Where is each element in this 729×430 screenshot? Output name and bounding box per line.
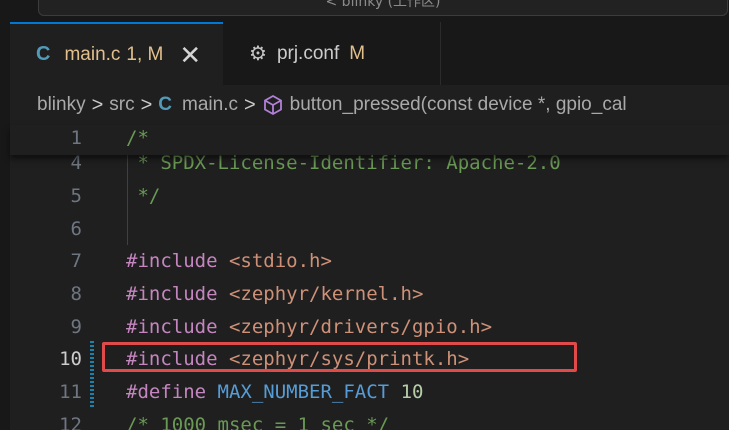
annotation-highlight-box xyxy=(102,342,577,372)
line-number: 9 xyxy=(70,316,82,338)
code-text: */ xyxy=(126,180,160,213)
tab-bar: C main.c 1, M ✕ ⚙ prj.conf M xyxy=(10,22,729,85)
breadcrumb: blinky > src > C main.c > button_pressed… xyxy=(10,85,729,125)
code-line[interactable]: 6 xyxy=(10,213,729,246)
tab-prj-conf[interactable]: ⚙ prj.conf M xyxy=(223,22,441,85)
gear-icon: ⚙ xyxy=(249,43,267,65)
code-token: 10 xyxy=(400,381,424,403)
line-number: 5 xyxy=(70,185,82,207)
tab-badge: M xyxy=(349,42,366,64)
code-token: <zephyr/kernel.h> xyxy=(228,283,424,305)
code-token: /* 1000 msec = 1 sec */ xyxy=(126,414,390,430)
code-text: #include <zephyr/drivers/gpio.h> xyxy=(126,311,492,344)
breadcrumb-item-src[interactable]: src xyxy=(109,94,134,116)
line-number: 8 xyxy=(70,283,82,305)
code-line[interactable]: 11 #define MAX_NUMBER_FACT 10 xyxy=(10,376,729,409)
tab-label: main.c xyxy=(64,43,121,65)
line-number: 12 xyxy=(59,414,82,430)
code-text: #define MAX_NUMBER_FACT 10 xyxy=(126,376,423,409)
close-icon[interactable]: ✕ xyxy=(179,42,201,68)
chevron-right-icon: > xyxy=(243,93,256,116)
activity-bar-edge xyxy=(0,22,10,430)
code-line[interactable]: 12 /* 1000 msec = 1 sec */ xyxy=(10,409,729,430)
title-bar: < blinky (工作区) xyxy=(0,0,729,22)
tab-label: prj.conf xyxy=(276,42,340,64)
code-token: /* xyxy=(126,127,149,149)
modified-lines-gutter xyxy=(90,341,94,407)
tab-main-c[interactable]: C main.c 1, M ✕ xyxy=(10,22,223,85)
function-symbol-icon xyxy=(263,94,282,116)
breadcrumb-item-blinky[interactable]: blinky xyxy=(37,94,86,116)
code-text: #include <zephyr/kernel.h> xyxy=(126,278,423,311)
code-token: <zephyr/drivers/gpio.h> xyxy=(228,316,493,338)
line-number: 11 xyxy=(59,381,82,403)
breadcrumb-item-main-c[interactable]: main.c xyxy=(182,94,238,116)
command-center[interactable]: < blinky (工作区) xyxy=(38,0,728,16)
code-token: <stdio.h> xyxy=(228,250,332,272)
line-number: 7 xyxy=(70,250,82,272)
code-text: /* xyxy=(126,125,149,155)
line-number: 6 xyxy=(70,218,82,240)
line-number: 1 xyxy=(70,127,82,149)
code-token: #include xyxy=(126,250,218,272)
tab-badge: 1, M xyxy=(126,43,164,65)
c-file-icon: C xyxy=(36,43,51,65)
code-token: #define xyxy=(126,381,207,403)
chevron-right-icon: > xyxy=(140,93,153,116)
c-file-icon: C xyxy=(158,94,173,115)
code-text: /* 1000 msec = 1 sec */ xyxy=(126,409,389,430)
breadcrumb-item-symbol[interactable]: button_pressed(const device *, gpio_cal xyxy=(290,94,627,116)
code-line[interactable]: 8 #include <zephyr/kernel.h> xyxy=(10,278,729,311)
code-token: #include xyxy=(126,316,218,338)
line-number: 10 xyxy=(59,348,82,370)
code-token: MAX_NUMBER_FACT xyxy=(217,381,390,403)
code-line[interactable]: 5 */ xyxy=(10,180,729,213)
chevron-right-icon: > xyxy=(91,93,104,116)
code-line[interactable]: 7 #include <stdio.h> xyxy=(10,245,729,278)
code-token: */ xyxy=(126,185,161,207)
code-token: * SPDX-License-Identifier: Apache-2.0 xyxy=(126,152,561,174)
indent-guide xyxy=(127,155,128,245)
code-editor[interactable]: 1/* 4 * SPDX-License-Identifier: Apache-2… xyxy=(10,125,729,430)
code-token: #include xyxy=(126,283,218,305)
code-text: #include <stdio.h> xyxy=(126,245,332,278)
code-line[interactable]: 9 #include <zephyr/drivers/gpio.h> xyxy=(10,311,729,344)
code-line[interactable]: 1 /* xyxy=(10,125,729,152)
